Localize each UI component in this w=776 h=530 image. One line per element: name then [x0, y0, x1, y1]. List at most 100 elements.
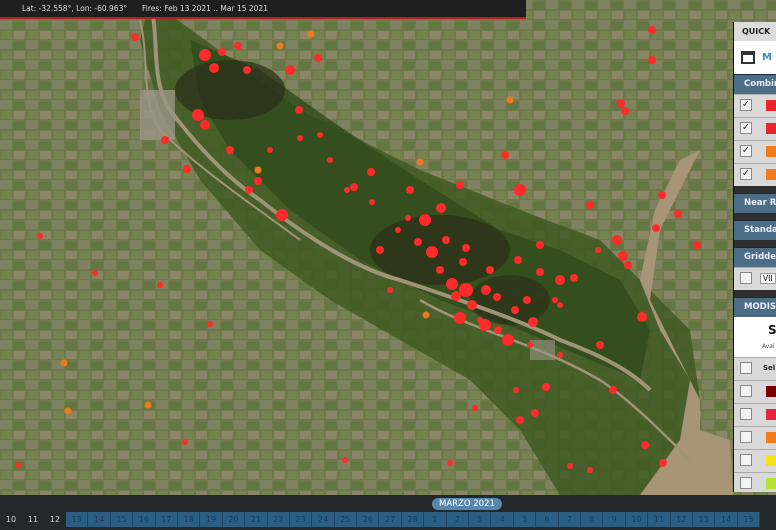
color-swatch — [766, 386, 776, 397]
select-all-row[interactable]: Sel — [734, 357, 776, 380]
day-cell[interactable]: 11 — [648, 512, 671, 527]
checkbox[interactable]: ✓ — [740, 145, 752, 157]
checkbox[interactable]: ✓ — [740, 168, 752, 180]
fire-dot — [419, 214, 431, 226]
day-cell[interactable]: 13 — [66, 512, 89, 527]
combined-row-2[interactable]: ✓ — [734, 117, 776, 140]
day-cell[interactable]: 24 — [312, 512, 335, 527]
day-cell[interactable]: 11 — [22, 512, 44, 527]
gridded-row[interactable]: VII — [734, 267, 776, 290]
fire-dot-low — [144, 401, 152, 409]
fire-dot — [552, 297, 558, 303]
color-swatch — [766, 409, 776, 420]
day-cell[interactable]: 12 — [44, 512, 66, 527]
day-cell[interactable]: 9 — [603, 512, 626, 527]
fire-dot — [494, 326, 502, 334]
color-swatch — [766, 432, 776, 443]
fire-dot — [531, 409, 539, 417]
modis-row-2[interactable] — [734, 403, 776, 426]
fire-dot — [37, 233, 43, 239]
day-cell[interactable]: 28 — [401, 512, 425, 527]
checkbox[interactable] — [740, 385, 752, 397]
fire-dot — [367, 168, 375, 176]
day-cell[interactable]: 5 — [513, 512, 537, 527]
fire-dot — [596, 341, 604, 349]
day-cell[interactable]: 26 — [357, 512, 380, 527]
satellite-map[interactable] — [0, 0, 776, 495]
checkbox[interactable] — [740, 408, 752, 420]
near-realtime-section[interactable]: Near R — [734, 193, 776, 213]
day-cell[interactable]: 10 — [0, 512, 22, 527]
fire-dot — [15, 462, 21, 468]
modis-section[interactable]: MODIS — [734, 297, 776, 317]
fire-dot — [451, 291, 461, 301]
day-cell[interactable]: 7 — [558, 512, 581, 527]
day-cell[interactable]: 4 — [491, 512, 514, 527]
fire-dot — [234, 42, 242, 50]
standard-section[interactable]: Standa — [734, 220, 776, 240]
day-cell[interactable]: 18 — [177, 512, 201, 527]
day-cell[interactable]: 10 — [625, 512, 649, 527]
fire-dot — [637, 312, 647, 322]
fire-dot — [621, 107, 629, 115]
fire-dot — [536, 241, 544, 249]
fire-dot-low — [64, 407, 72, 415]
checkbox[interactable] — [740, 477, 752, 489]
day-cell[interactable]: 27 — [379, 512, 402, 527]
day-cell[interactable]: 14 — [88, 512, 111, 527]
gridded-select[interactable]: VII — [760, 273, 776, 284]
day-cell[interactable]: 3 — [469, 512, 492, 527]
checkbox[interactable] — [740, 454, 752, 466]
fire-dot — [513, 387, 519, 393]
calendar-icon[interactable] — [741, 51, 755, 64]
fire-dot — [295, 106, 303, 114]
combined-row-4[interactable]: ✓ — [734, 163, 776, 186]
modis-row-3[interactable] — [734, 426, 776, 449]
day-cell[interactable]: 1 — [424, 512, 447, 527]
day-cell[interactable]: 19 — [200, 512, 223, 527]
day-cell[interactable]: 15 — [110, 512, 134, 527]
gridded-section[interactable]: Gridde — [734, 247, 776, 267]
day-cell[interactable]: 12 — [670, 512, 693, 527]
fire-dot — [207, 321, 213, 327]
day-cell[interactable]: 20 — [222, 512, 246, 527]
fire-dot — [595, 247, 601, 253]
day-cell[interactable]: 13 — [692, 512, 716, 527]
day-cell[interactable]: 6 — [536, 512, 559, 527]
day-cell[interactable]: 16 — [133, 512, 156, 527]
modis-row-1[interactable] — [734, 380, 776, 403]
day-cell[interactable]: 8 — [580, 512, 604, 527]
fire-dot — [542, 383, 550, 391]
checkbox[interactable]: ✓ — [740, 99, 752, 111]
day-cell[interactable]: 2 — [446, 512, 470, 527]
checkbox[interactable]: ✓ — [740, 122, 752, 134]
fire-dot — [209, 63, 219, 73]
fire-dot — [462, 244, 470, 252]
fire-dot — [617, 99, 625, 107]
combined-row-3[interactable]: ✓ — [734, 140, 776, 163]
fire-dot — [327, 157, 333, 163]
checkbox[interactable] — [740, 431, 752, 443]
day-cell[interactable]: 15 — [737, 512, 761, 527]
fire-dot — [586, 201, 594, 209]
fire-dot — [183, 165, 191, 173]
combined-row-1[interactable]: ✓ — [734, 94, 776, 117]
checkbox[interactable] — [740, 272, 752, 284]
day-cell[interactable]: 25 — [334, 512, 358, 527]
modis-row-5[interactable] — [734, 472, 776, 492]
fire-dot — [618, 251, 628, 261]
day-cell[interactable]: 23 — [289, 512, 313, 527]
checkbox[interactable] — [740, 362, 752, 374]
fire-dot — [447, 460, 453, 466]
fire-dot-low — [276, 42, 284, 50]
day-cell[interactable]: 22 — [267, 512, 290, 527]
day-cell[interactable]: 17 — [155, 512, 178, 527]
day-cell[interactable]: 14 — [715, 512, 738, 527]
day-cell[interactable]: 21 — [245, 512, 268, 527]
fire-dot — [652, 224, 660, 232]
tab-m[interactable]: M — [762, 52, 772, 63]
combined-section-header[interactable]: Combin — [734, 74, 776, 94]
modis-row-4[interactable] — [734, 449, 776, 472]
fire-dot — [514, 256, 522, 264]
fire-dot — [557, 352, 563, 358]
